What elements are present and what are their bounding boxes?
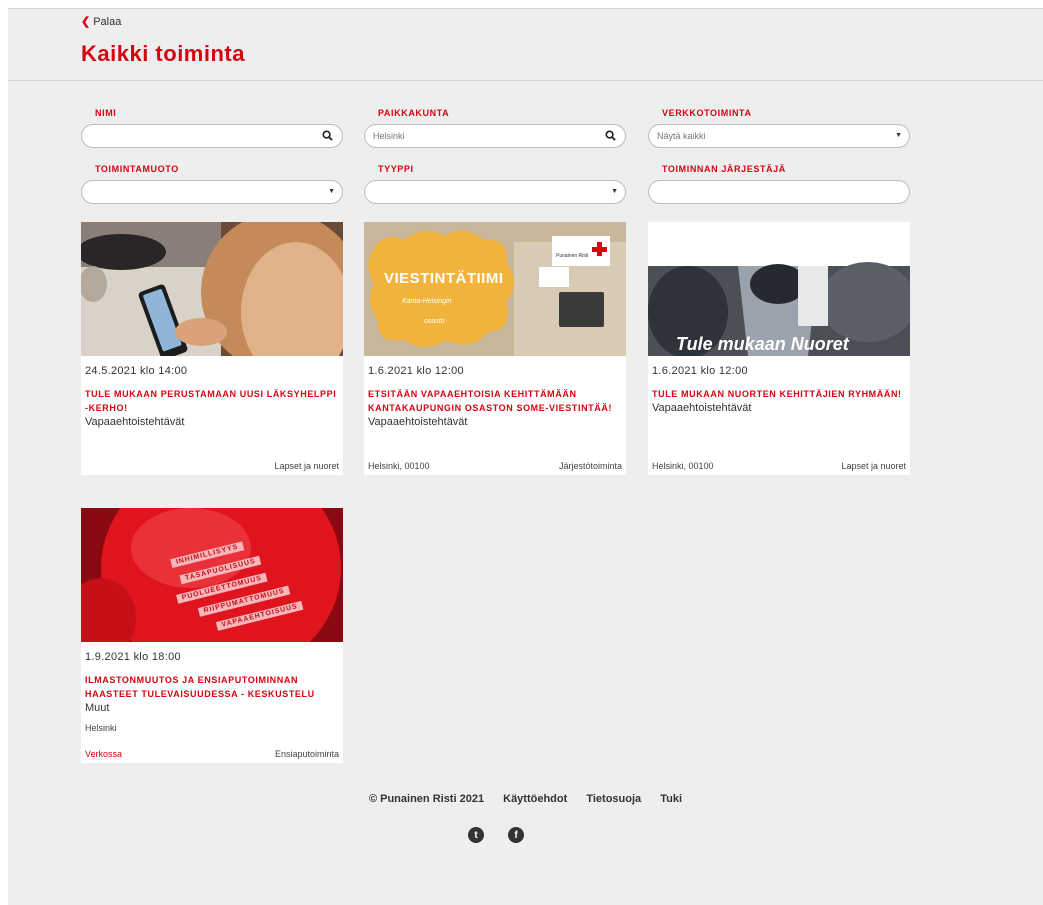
filter-type: TYYPPI ▼ bbox=[364, 163, 626, 204]
social-links: t f bbox=[468, 827, 524, 843]
filter-form-label: TOIMINTAMUOTO bbox=[95, 164, 179, 174]
card-image: Tule mukaan Nuoret bbox=[648, 222, 910, 356]
card-image: VIESTINTÄTIIMI Kanta-Helsingin osasto Pu… bbox=[364, 222, 626, 356]
page-header: ❮ Palaa Kaikki toiminta bbox=[8, 9, 1043, 81]
filter-location-label: PAIKKAKUNTA bbox=[378, 108, 450, 118]
card-image bbox=[81, 222, 343, 356]
activity-card[interactable]: Tule mukaan Nuoret 1.6.2021 klo 12:00 TU… bbox=[648, 222, 910, 475]
chevron-left-icon: ❮ bbox=[81, 16, 91, 28]
footer-link-privacy[interactable]: Tietosuoja bbox=[586, 793, 641, 805]
filter-online-label: VERKKOTOIMINTA bbox=[662, 108, 752, 118]
back-link[interactable]: ❮ Palaa bbox=[81, 15, 122, 29]
page-title: Kaikki toiminta bbox=[81, 41, 245, 66]
card-category: Vapaaehtoistehtävät bbox=[652, 402, 752, 414]
activity-card[interactable]: INHIMILLISYYS TASAPUOLISUUS PUOLUEETTOMU… bbox=[81, 508, 343, 763]
image-headline: VIESTINTÄTIIMI bbox=[384, 270, 504, 287]
type-select[interactable]: ▼ bbox=[364, 180, 626, 204]
card-footer: Lapset ja nuoret bbox=[85, 461, 339, 471]
dropdown-caret-icon: ▼ bbox=[895, 132, 902, 139]
filter-organizer-label: TOIMINNAN JÄRJESTÄJÄ bbox=[662, 164, 786, 174]
location-search-input[interactable]: Helsinki bbox=[364, 124, 626, 148]
filter-organizer: TOIMINNAN JÄRJESTÄJÄ bbox=[648, 163, 910, 204]
card-location: Helsinki, 00100 bbox=[652, 461, 714, 471]
card-title[interactable]: TULE MUKAAN NUORTEN KEHITTÄJIEN RYHMÄÄN! bbox=[652, 387, 906, 401]
footer-link-terms[interactable]: Käyttöehdot bbox=[503, 793, 567, 805]
card-date: 1.9.2021 klo 18:00 bbox=[85, 651, 181, 663]
card-category: Vapaaehtoistehtävät bbox=[368, 416, 468, 428]
filter-online: VERKKOTOIMINTA Näytä kaikki ▼ bbox=[648, 107, 910, 148]
card-tag: Lapset ja nuoret bbox=[274, 461, 339, 471]
online-select-value: Näytä kaikki bbox=[657, 131, 706, 141]
filter-name-label: NIMI bbox=[95, 108, 117, 118]
activity-card[interactable]: 24.5.2021 klo 14:00 TULE MUKAAN PERUSTAM… bbox=[81, 222, 343, 475]
filter-location: PAIKKAKUNTA Helsinki bbox=[364, 107, 626, 148]
organizer-input[interactable] bbox=[648, 180, 910, 204]
page: ❮ Palaa Kaikki toiminta NIMI PAIKKAKUNTA… bbox=[8, 8, 1043, 905]
card-date: 1.6.2021 klo 12:00 bbox=[368, 365, 464, 377]
card-date: 1.6.2021 klo 12:00 bbox=[652, 365, 748, 377]
filter-name: NIMI bbox=[81, 107, 343, 148]
search-icon[interactable] bbox=[605, 130, 616, 141]
card-date: 24.5.2021 klo 14:00 bbox=[85, 365, 188, 377]
activity-card[interactable]: VIESTINTÄTIIMI Kanta-Helsingin osasto Pu… bbox=[364, 222, 626, 475]
card-footer: Verkossa Ensiaputoiminta bbox=[85, 749, 339, 759]
search-icon[interactable] bbox=[322, 130, 333, 141]
filter-form: TOIMINTAMUOTO ▼ bbox=[81, 163, 343, 204]
filters: NIMI PAIKKAKUNTA Helsinki VERKKOTOIMINTA… bbox=[81, 107, 911, 219]
card-tag: Lapset ja nuoret bbox=[841, 461, 906, 471]
image-overlay-text: Tule mukaan Nuoret bbox=[676, 334, 849, 354]
image-subtitle-2: osasto bbox=[424, 318, 445, 325]
card-online-badge: Verkossa bbox=[85, 749, 123, 759]
footer-link-support[interactable]: Tuki bbox=[660, 793, 682, 805]
filter-type-label: TYYPPI bbox=[378, 164, 414, 174]
facebook-icon[interactable]: f bbox=[508, 827, 524, 843]
card-tag: Järjestötoiminta bbox=[558, 461, 622, 471]
red-cross-logo: Punainen Risti bbox=[556, 253, 589, 259]
twitter-icon[interactable]: t bbox=[468, 827, 484, 843]
dropdown-caret-icon: ▼ bbox=[611, 188, 618, 195]
back-label: Palaa bbox=[93, 15, 122, 28]
card-image: INHIMILLISYYS TASAPUOLISUUS PUOLUEETTOMU… bbox=[81, 508, 343, 642]
card-location: Helsinki bbox=[85, 723, 117, 733]
card-footer: Helsinki, 00100 Järjestötoiminta bbox=[368, 461, 622, 471]
dropdown-caret-icon: ▼ bbox=[328, 188, 335, 195]
card-location: Helsinki, 00100 bbox=[368, 461, 430, 471]
card-title[interactable]: ILMASTONMUUTOS JA ENSIAPUTOIMINNAN HAAST… bbox=[85, 673, 339, 701]
form-select[interactable]: ▼ bbox=[81, 180, 343, 204]
card-title[interactable]: TULE MUKAAN PERUSTAMAAN UUSI LÄKSYHELPPI… bbox=[85, 387, 339, 415]
card-category: Muut bbox=[85, 702, 110, 714]
card-title[interactable]: ETSITÄÄN VAPAAEHTOISIA KEHITTÄMÄÄN KANTA… bbox=[368, 387, 622, 415]
footer: © Punainen Risti 2021 Käyttöehdot Tietos… bbox=[8, 793, 1043, 805]
online-select[interactable]: Näytä kaikki ▼ bbox=[648, 124, 910, 148]
footer-copyright: © Punainen Risti 2021 bbox=[368, 793, 485, 805]
name-search-input[interactable] bbox=[81, 124, 343, 148]
card-category: Vapaaehtoistehtävät bbox=[85, 416, 185, 428]
card-tag: Ensiaputoiminta bbox=[274, 749, 339, 759]
card-footer: Helsinki, 00100 Lapset ja nuoret bbox=[652, 461, 906, 471]
image-subtitle: Kanta-Helsingin bbox=[402, 298, 452, 305]
